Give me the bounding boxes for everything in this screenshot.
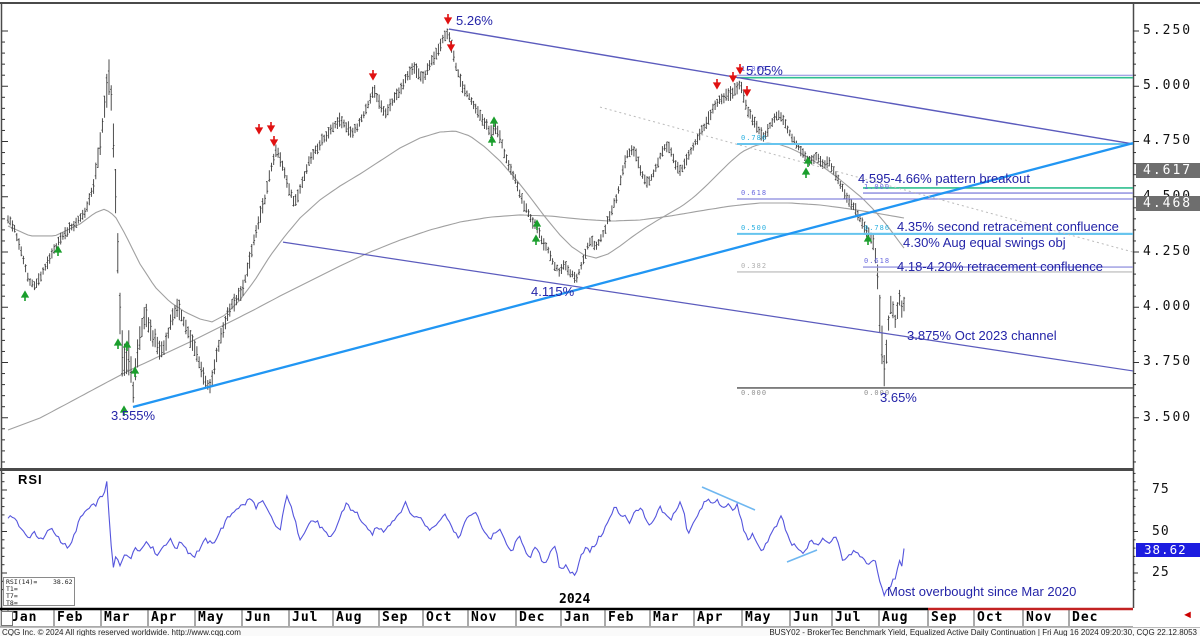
- fib-level-label: 0.786: [741, 135, 767, 142]
- chart-annotation: Most overbought since Mar 2020: [887, 585, 1076, 598]
- month-label[interactable]: Sep: [382, 611, 408, 625]
- rsi-panel-title: RSI: [18, 472, 43, 487]
- price-axis-label: 4.250: [1143, 245, 1200, 259]
- month-label[interactable]: Jul: [292, 611, 318, 625]
- price-axis-label: 3.500: [1143, 411, 1200, 425]
- status-bar: CQG Inc. © 2024 All rights reserved worl…: [0, 627, 1200, 636]
- rsi-axis-label: 75: [1152, 483, 1170, 497]
- fib-level-label: 0.000: [741, 390, 767, 397]
- chart-annotation: 4.18-4.20% retracement confluence: [897, 260, 1103, 273]
- fib-level-label: 0.618: [741, 190, 767, 197]
- chart-annotation: 4.30% Aug equal swings obj: [903, 236, 1066, 249]
- chart-annotation: 4.35% second retracement confluence: [897, 220, 1119, 233]
- chart-annotation: 4.595-4.66% pattern breakout: [858, 172, 1030, 185]
- month-label[interactable]: May: [745, 611, 771, 625]
- price-axis-label: 4.750: [1143, 134, 1200, 148]
- price-axis-label: 5.000: [1143, 79, 1200, 93]
- fib-level-label: 0.382: [741, 263, 767, 270]
- month-label[interactable]: Feb: [608, 611, 634, 625]
- month-label[interactable]: Oct: [426, 611, 452, 625]
- month-label[interactable]: Sep: [931, 611, 957, 625]
- axis-checkbox[interactable]: [1, 611, 13, 626]
- month-label[interactable]: Dec: [1072, 611, 1098, 625]
- month-label[interactable]: Mar: [104, 611, 130, 625]
- month-label[interactable]: Aug: [336, 611, 362, 625]
- rsi-axis-label: 25: [1152, 566, 1170, 580]
- chart-annotation: 5.26%: [456, 14, 493, 27]
- instrument-status-text: BUSY02 - BrokerTec Benchmark Yield, Equa…: [769, 628, 1197, 636]
- month-label[interactable]: Aug: [882, 611, 908, 625]
- month-label[interactable]: Jun: [793, 611, 819, 625]
- scroll-left-icon[interactable]: ◄: [1182, 609, 1193, 621]
- rsi-axis-label: 50: [1152, 525, 1170, 539]
- chart-annotation: 3.555%: [111, 409, 155, 422]
- price-axis-label: 3.750: [1143, 355, 1200, 369]
- chart-annotation: 3.875% Oct 2023 channel: [907, 329, 1057, 342]
- month-label[interactable]: Jun: [245, 611, 271, 625]
- month-label[interactable]: Nov: [471, 611, 497, 625]
- price-axis-label: 5.250: [1143, 24, 1200, 38]
- cqg-chart-window: 1.0000.7860.6180.5000.3820.0001.0000.786…: [0, 0, 1200, 636]
- copyright-text: CQG Inc. © 2024 All rights reserved worl…: [2, 628, 241, 636]
- chart-annotation: 3.65%: [880, 391, 917, 404]
- month-label[interactable]: Apr: [697, 611, 723, 625]
- month-label[interactable]: May: [198, 611, 224, 625]
- price-badge: 4.617: [1136, 163, 1200, 178]
- chart-annotation: 5.05%: [746, 64, 783, 77]
- month-label[interactable]: Feb: [57, 611, 83, 625]
- month-label[interactable]: Jul: [835, 611, 861, 625]
- month-label[interactable]: Oct: [977, 611, 1003, 625]
- month-label[interactable]: Apr: [151, 611, 177, 625]
- price-badge: 4.468: [1136, 196, 1200, 211]
- month-label[interactable]: Mar: [653, 611, 679, 625]
- fib-level-label: 0.618: [864, 258, 890, 265]
- rsi-legend-line: T8=: [6, 600, 72, 607]
- month-label[interactable]: Jan: [11, 611, 37, 625]
- year-label: 2024: [559, 592, 590, 607]
- price-axis-label: 4.000: [1143, 300, 1200, 314]
- month-label[interactable]: Dec: [519, 611, 545, 625]
- fib-level-label: 0.500: [741, 225, 767, 232]
- chart-annotation: 4.115%: [531, 285, 574, 298]
- rsi-study-legend[interactable]: RSI(14)= 38.62T1=T7=T8=: [3, 577, 75, 606]
- price-chart-canvas[interactable]: [0, 0, 1200, 636]
- month-label[interactable]: Nov: [1026, 611, 1052, 625]
- rsi-value-badge: 38.62: [1136, 543, 1200, 557]
- month-label[interactable]: Jan: [564, 611, 590, 625]
- fib-level-label: 0.786: [864, 225, 890, 232]
